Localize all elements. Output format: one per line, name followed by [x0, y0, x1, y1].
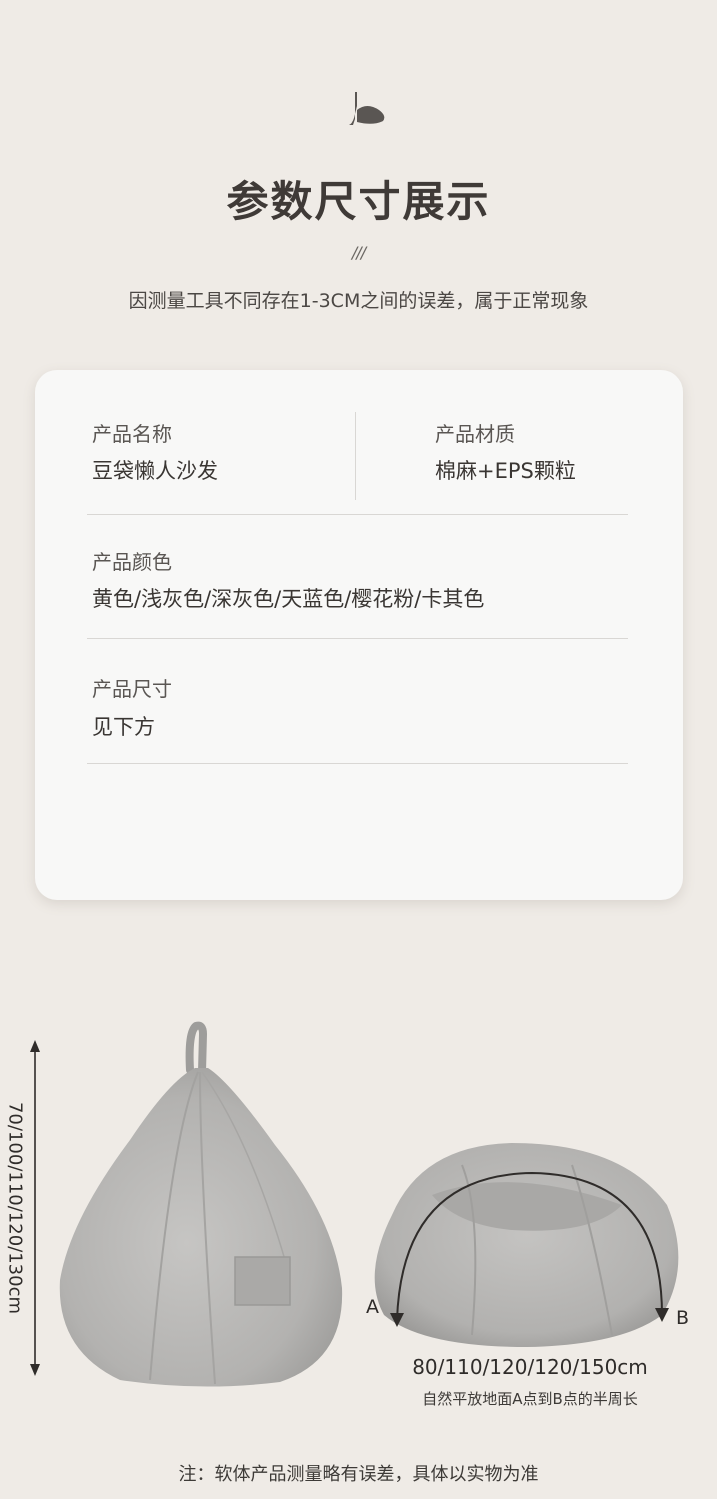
- product-size-value: 见下方: [92, 715, 155, 739]
- product-size-label: 产品尺寸: [92, 677, 172, 701]
- product-color-value: 黄色/浅灰色/深灰色/天蓝色/樱花粉/卡其色: [92, 587, 485, 611]
- point-b-label: B: [676, 1307, 690, 1329]
- logo-icon: [349, 92, 385, 125]
- width-dimension-label: 80/110/120/120/150cm: [412, 1355, 648, 1379]
- width-dimension-note: 自然平放地面A点到B点的半周长: [422, 1390, 638, 1408]
- product-color-label: 产品颜色: [92, 550, 172, 574]
- decorative-slashes: ///: [351, 243, 366, 262]
- page-subtitle: 因测量工具不同存在1-3CM之间的误差，属于正常现象: [128, 290, 589, 312]
- height-arrow-icon: [30, 1040, 40, 1376]
- product-material-label: 产品材质: [435, 422, 515, 446]
- product-name-label: 产品名称: [92, 422, 172, 446]
- spec-card: 产品名称 豆袋懒人沙发 产品材质 棉麻+EPS颗粒 产品颜色 黄色/浅灰色/深灰…: [35, 370, 683, 900]
- row-divider: [87, 514, 628, 515]
- teardrop-beanbag-image: [59, 1021, 343, 1387]
- product-name-value: 豆袋懒人沙发: [92, 459, 218, 483]
- round-beanbag-image: [374, 1143, 679, 1347]
- row-divider: [87, 638, 628, 639]
- point-a-label: A: [366, 1296, 379, 1318]
- height-dimension-label: 70/100/110/120/130cm: [4, 1101, 26, 1315]
- row-divider: [87, 763, 628, 764]
- footer-note: 注：软体产品测量略有误差，具体以实物为准: [178, 1464, 539, 1485]
- column-divider: [355, 412, 356, 500]
- product-material-value: 棉麻+EPS颗粒: [435, 459, 576, 483]
- page-title: 参数尺寸展示: [226, 177, 491, 226]
